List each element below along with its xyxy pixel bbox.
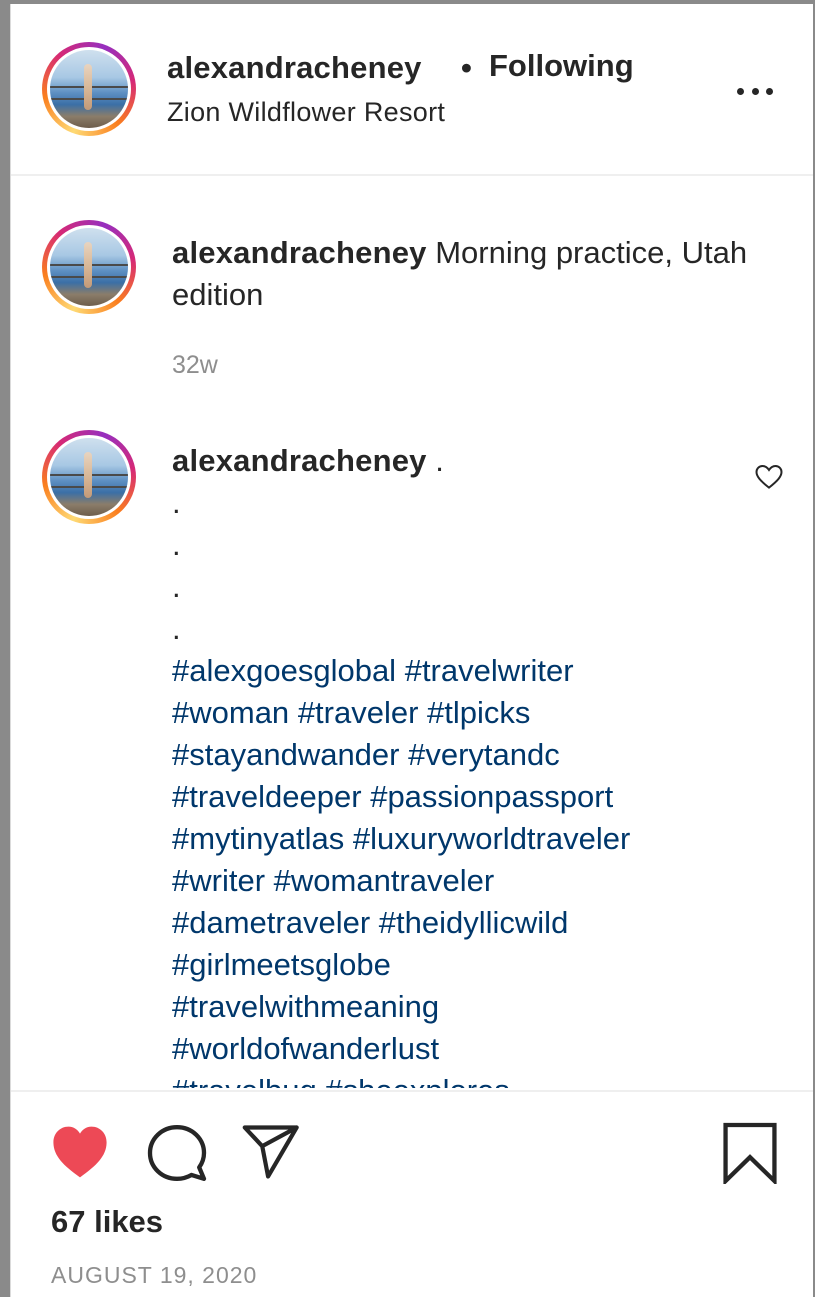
hashtag[interactable]: #writer xyxy=(172,863,265,898)
author-avatar[interactable] xyxy=(42,42,136,136)
avatar-photo xyxy=(50,228,128,306)
hashtag[interactable]: #travelbug xyxy=(172,1073,317,1088)
comment-bubble-icon[interactable] xyxy=(147,1124,207,1182)
post-header: alexandracheney • Following Zion Wildflo… xyxy=(11,4,813,176)
hashtag[interactable]: #worldofwanderlust xyxy=(172,1031,439,1066)
hashtag[interactable]: #woman xyxy=(172,695,289,730)
hashtag-list: #alexgoesglobal #travelwriter #woman #tr… xyxy=(172,650,762,1088)
separator-dot: • xyxy=(461,50,472,85)
hashtag[interactable]: #dametraveler xyxy=(172,905,370,940)
following-button[interactable]: Following xyxy=(489,48,634,84)
avatar-photo xyxy=(50,50,128,128)
dot-line: . xyxy=(172,485,181,520)
post-actions: 67 likes AUGUST 19, 2020 xyxy=(11,1090,813,1297)
hashtag[interactable]: #verytandc xyxy=(408,737,560,772)
post-date[interactable]: AUGUST 19, 2020 xyxy=(51,1262,257,1289)
more-dots-icon[interactable] xyxy=(733,76,777,106)
post-panel: alexandracheney • Following Zion Wildflo… xyxy=(10,4,813,1297)
hashtag[interactable]: #girlmeetsglobe xyxy=(172,947,391,982)
hashtag[interactable]: #traveldeeper xyxy=(172,779,362,814)
paper-plane-icon[interactable] xyxy=(241,1124,301,1180)
hashtag[interactable]: #womantraveler xyxy=(274,863,495,898)
hashtag[interactable]: #mytinyatlas xyxy=(172,821,344,856)
caption-timestamp[interactable]: 32w xyxy=(172,351,218,380)
comment-first-line: . xyxy=(426,443,444,478)
comments-list[interactable]: alexandracheney Morning practice, Utah e… xyxy=(11,176,813,1088)
hashtag[interactable]: #tlpicks xyxy=(427,695,530,730)
comment-avatar[interactable] xyxy=(42,430,136,524)
location-link[interactable]: Zion Wildflower Resort xyxy=(167,97,445,128)
heart-filled-icon[interactable] xyxy=(51,1124,109,1180)
comment-avatar[interactable] xyxy=(42,220,136,314)
bookmark-icon[interactable] xyxy=(721,1122,779,1184)
caption: alexandracheney Morning practice, Utah e… xyxy=(172,232,772,316)
comment-body: alexandracheney . . . . . #alexgoesgloba… xyxy=(172,440,762,1088)
hashtag[interactable]: #alexgoesglobal xyxy=(172,653,396,688)
dot-line: . xyxy=(172,527,181,562)
heart-outline-icon[interactable] xyxy=(754,462,784,492)
hashtag[interactable]: #traveler xyxy=(298,695,419,730)
dot-line: . xyxy=(172,611,181,646)
avatar-photo xyxy=(50,438,128,516)
hashtag[interactable]: #stayandwander xyxy=(172,737,400,772)
hashtag[interactable]: #travelwithmeaning xyxy=(172,989,439,1024)
likes-count[interactable]: 67 likes xyxy=(51,1204,163,1240)
comment-username[interactable]: alexandracheney xyxy=(172,443,427,478)
author-username[interactable]: alexandracheney xyxy=(167,50,422,86)
hashtag[interactable]: #theidyllicwild xyxy=(379,905,569,940)
hashtag[interactable]: #luxuryworldtraveler xyxy=(353,821,630,856)
hashtag[interactable]: #sheexplores xyxy=(325,1073,509,1088)
dot-line: . xyxy=(172,569,181,604)
caption-username[interactable]: alexandracheney xyxy=(172,235,427,270)
hashtag[interactable]: #travelwriter xyxy=(405,653,574,688)
hashtag[interactable]: #passionpassport xyxy=(370,779,613,814)
